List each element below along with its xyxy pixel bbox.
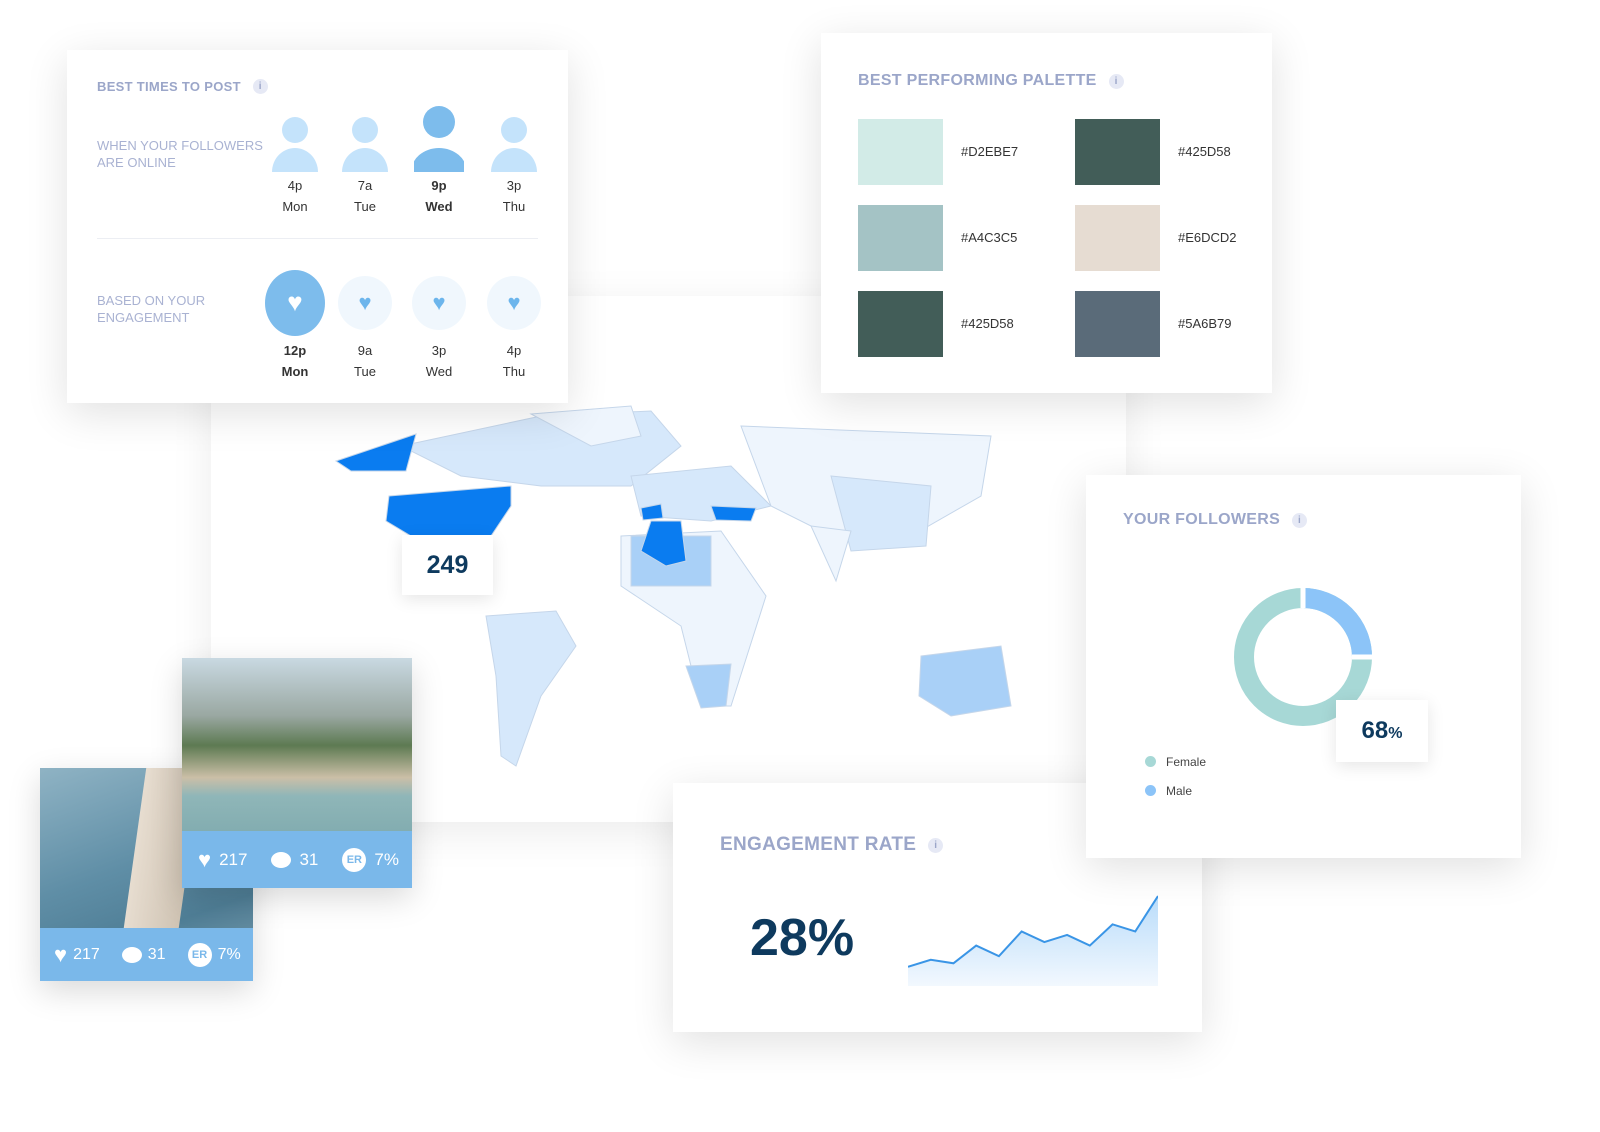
usa (385, 485, 512, 537)
heart-icon: ♥ (487, 275, 541, 330)
online-slot: 3p Thu (484, 105, 544, 217)
color-swatch[interactable] (1075, 291, 1160, 357)
info-icon[interactable]: i (1292, 512, 1308, 528)
slot-time: 7a (357, 178, 373, 193)
er-value: 7% (217, 945, 241, 963)
engagement-sparkline (908, 895, 1158, 986)
percent-box: 68% (1336, 700, 1428, 762)
legend-female: Female (1145, 747, 1206, 776)
person-icon (272, 117, 318, 172)
online-slot: 7a Tue (335, 105, 395, 217)
color-swatch[interactable] (858, 119, 943, 185)
person-icon (342, 117, 388, 172)
color-swatch[interactable] (858, 205, 943, 271)
er-badge-icon: ER (187, 942, 212, 967)
sparkline-area (908, 896, 1158, 986)
online-label: WHEN YOUR FOLLOWERS ARE ONLINE (97, 138, 263, 170)
info-icon[interactable]: i (1108, 73, 1124, 89)
engagement-slot: ♥ 9a Tue (335, 265, 395, 382)
engagement-slot: ♥ 12p Mon (265, 265, 325, 382)
heart-icon: ♥ (338, 275, 392, 330)
slot-time: 3p (431, 343, 447, 358)
title-text: BEST TIMES TO POST (97, 79, 241, 94)
followers-card: YOUR FOLLOWERS i 68% Female Male (1086, 475, 1521, 858)
slot-day: Mon (282, 199, 308, 214)
swatch-hex: #D2EBE7 (961, 144, 1019, 159)
slot-time: 4p (287, 178, 303, 193)
legend: Female Male (1145, 747, 1206, 805)
heart-icon: ♥ (265, 269, 325, 336)
slot-day: Wed (425, 199, 453, 214)
percent-sign: % (1388, 725, 1403, 742)
post-stats: ♥ 217 31 ER 7% (40, 928, 253, 981)
slot-day: Wed (425, 364, 453, 379)
slot-time: 3p (506, 178, 522, 193)
engagement-slot: ♥ 4p Thu (484, 265, 544, 382)
online-slot: 9p Wed (409, 105, 469, 217)
palette-card: BEST PERFORMING PALETTE i #D2EBE7 #425D58 #… (821, 33, 1272, 393)
slot-time: 9a (357, 343, 373, 358)
engagement-label: BASED ON YOUR ENGAGEMENT (97, 293, 206, 325)
likes-count: 217 (219, 849, 248, 869)
best-times-title: BEST TIMES TO POST i (97, 79, 268, 94)
heart-icon: ♥ (198, 846, 212, 872)
comments-count: 31 (299, 849, 319, 869)
slot-day: Thu (502, 364, 526, 379)
color-swatch[interactable] (1075, 119, 1160, 185)
legend-dot (1145, 756, 1156, 767)
slot-day: Tue (354, 199, 376, 214)
legend-male: Male (1145, 776, 1206, 805)
map-count-box: 249 (402, 535, 493, 595)
post-card[interactable]: ♥ 217 31 ER 7% (182, 658, 412, 888)
comments-count: 31 (147, 945, 166, 963)
south-america (485, 610, 577, 767)
er-badge-icon: ER (342, 847, 367, 872)
er-value: 7% (374, 849, 399, 869)
online-slot: 4p Mon (265, 105, 325, 217)
alaska (334, 433, 417, 472)
legend-label: Female (1166, 754, 1207, 769)
info-icon[interactable]: i (252, 79, 268, 94)
swatch-hex: #5A6B79 (1178, 316, 1232, 331)
engagement-value: 28% (750, 909, 855, 967)
slot-day: Thu (502, 199, 526, 214)
best-times-card: BEST TIMES TO POST i WHEN YOUR FOLLOWERS … (67, 50, 568, 403)
info-icon[interactable]: i (928, 837, 944, 853)
australia (918, 645, 1012, 717)
slot-day: Tue (354, 364, 376, 379)
likes-count: 217 (73, 945, 100, 963)
heart-icon: ♥ (412, 275, 466, 330)
south-africa (685, 663, 732, 709)
divider (97, 238, 538, 239)
donut-male (1302, 588, 1372, 658)
comment-icon (271, 851, 292, 868)
person-icon (491, 117, 537, 172)
engagement-slot: ♥ 3p Wed (409, 265, 469, 382)
legend-dot (1145, 785, 1156, 796)
turkey (710, 505, 757, 522)
followers-title: YOUR FOLLOWERS i (1123, 511, 1308, 529)
slot-day: Mon (281, 364, 309, 379)
india (810, 525, 852, 583)
legend-label: Male (1166, 783, 1193, 798)
title-text: ENGAGEMENT RATE (720, 834, 917, 855)
post-stats: ♥ 217 31 ER 7% (182, 831, 412, 888)
slot-time: 4p (506, 343, 522, 358)
percent-value: 68 (1361, 717, 1389, 744)
swatch-hex: #E6DCD2 (1178, 230, 1237, 245)
title-text: BEST PERFORMING PALETTE (858, 72, 1097, 89)
palette-title: BEST PERFORMING PALETTE i (858, 72, 1124, 90)
engagement-title: ENGAGEMENT RATE i (720, 834, 944, 856)
swatch-hex: #425D58 (961, 316, 1014, 331)
swatch-hex: #A4C3C5 (961, 230, 1018, 245)
heart-icon: ♥ (54, 941, 68, 967)
title-text: YOUR FOLLOWERS (1123, 511, 1281, 528)
color-swatch[interactable] (858, 291, 943, 357)
person-icon (411, 106, 467, 172)
swatch-hex: #425D58 (1178, 144, 1231, 159)
slot-time: 9p (431, 178, 447, 193)
comment-icon (121, 946, 142, 963)
color-swatch[interactable] (1075, 205, 1160, 271)
slot-time: 12p (283, 343, 307, 358)
